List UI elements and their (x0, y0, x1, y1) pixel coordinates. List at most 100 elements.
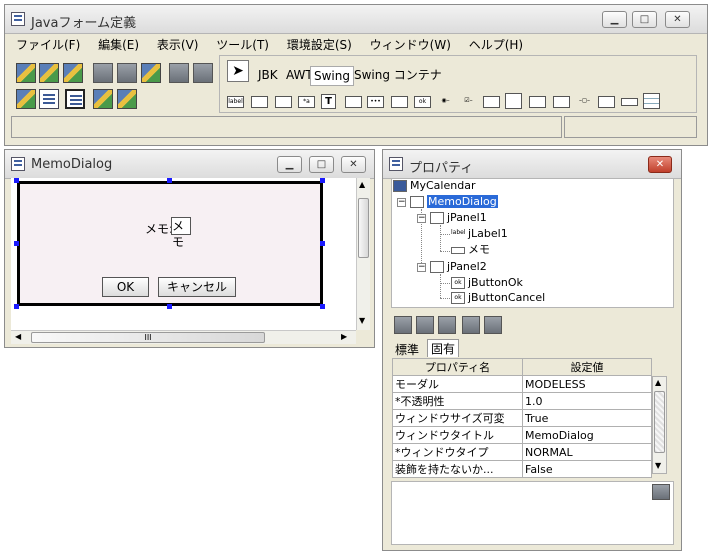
resize-handle-br[interactable] (320, 304, 325, 309)
close-button[interactable]: ✕ (665, 11, 690, 28)
table-row[interactable]: *ウィンドウタイプ NORMAL (392, 443, 652, 461)
tree-button-ok[interactable]: ok jButtonOk (451, 276, 523, 290)
resize-handle-bl[interactable] (14, 304, 19, 309)
property-table-scrollbar[interactable]: ▲ ▼ (652, 376, 667, 474)
property-tool-2-icon[interactable] (416, 316, 434, 334)
scroll-down-arrow[interactable]: ▼ (655, 461, 661, 470)
checkbox-component-icon[interactable]: ☑– (460, 96, 477, 108)
sort-icon[interactable] (462, 316, 480, 334)
open-form-icon[interactable] (39, 63, 59, 83)
tab-standard[interactable]: 標準 (395, 341, 419, 358)
menu-file[interactable]: ファイル(F) (9, 35, 87, 55)
resize-handle-ml[interactable] (14, 241, 19, 246)
collapse-dialog-toggle[interactable]: − (397, 198, 406, 207)
scrollbar-component-icon[interactable] (621, 98, 638, 106)
scroll-right-arrow[interactable]: ▶ (341, 332, 347, 341)
menu-window[interactable]: ウィンドウ(W) (363, 35, 458, 55)
column-header-name[interactable]: プロパティ名 (392, 358, 523, 376)
layout-icon[interactable] (16, 89, 36, 109)
resize-handle-bm[interactable] (167, 304, 172, 309)
resize-handle-tl[interactable] (14, 178, 19, 183)
generate-icon[interactable] (63, 63, 83, 83)
memo-horizontal-scrollbar[interactable]: ◀ III ▶ (11, 330, 356, 344)
palette-tab-swing[interactable]: Swing (310, 66, 354, 86)
menu-edit[interactable]: 編集(E) (91, 35, 146, 55)
menu-help[interactable]: ヘルプ(H) (462, 35, 530, 55)
horizontal-scroll-thumb[interactable]: III (31, 332, 265, 343)
select-pointer-icon[interactable]: ➤ (227, 60, 249, 82)
vertical-scroll-thumb[interactable] (358, 198, 369, 258)
maximize-button[interactable]: □ (632, 11, 657, 28)
table-row[interactable]: モーダル MODELESS (392, 375, 652, 393)
resize-handle-tr[interactable] (320, 178, 325, 183)
cancel-button[interactable]: キャンセル (158, 277, 236, 297)
slider-component-icon[interactable]: –◻– (576, 96, 593, 108)
menu-view[interactable]: 表示(V) (150, 35, 206, 55)
memo-vertical-scrollbar[interactable]: ▲ ▼ (356, 178, 370, 330)
scroll-down-arrow[interactable]: ▼ (359, 316, 365, 325)
property-value[interactable]: MemoDialog (522, 426, 652, 444)
scroll-up-arrow[interactable]: ▲ (359, 180, 365, 189)
label-component-icon[interactable]: label (227, 96, 244, 108)
memo-text-field[interactable]: メモ (171, 217, 191, 249)
panel-component-icon[interactable] (251, 96, 268, 108)
palette-tab-jbk[interactable]: JBK (255, 66, 281, 84)
scroll-left-arrow[interactable]: ◀ (15, 332, 21, 341)
property-value[interactable]: True (522, 409, 652, 427)
textfield-component-icon[interactable] (275, 96, 292, 108)
property-scroll-thumb[interactable] (654, 391, 665, 453)
main-titlebar[interactable]: Javaフォーム定義 ▁ □ ✕ (5, 5, 707, 34)
password-field-icon[interactable]: ••• (367, 96, 384, 108)
textarea-component-icon[interactable]: T (321, 94, 336, 109)
resize-handle-mr[interactable] (320, 241, 325, 246)
tab-specific[interactable]: 固有 (427, 339, 460, 357)
scroll-up-arrow[interactable]: ▲ (655, 378, 661, 387)
property-value[interactable]: MODELESS (522, 375, 652, 393)
print-icon[interactable] (169, 63, 189, 83)
toggle-button-icon[interactable] (483, 96, 500, 108)
minimize-button[interactable]: ▁ (602, 11, 627, 28)
spinner-component-icon[interactable] (391, 96, 408, 108)
settings-icon[interactable] (117, 89, 137, 109)
palette-tab-swing-container[interactable]: Swing コンテナ (351, 66, 445, 84)
list-component-icon[interactable] (505, 93, 522, 109)
column-header-value[interactable]: 設定値 (522, 358, 652, 376)
combobox-component-icon[interactable] (529, 96, 546, 108)
new-form-icon[interactable] (16, 63, 36, 83)
collapse-panel2-toggle[interactable]: − (417, 263, 426, 272)
menu-settings[interactable]: 環境設定(S) (280, 35, 359, 55)
progress-component-icon[interactable] (598, 96, 615, 108)
property-value[interactable]: False (522, 460, 652, 478)
collapse-panel1-toggle[interactable]: − (417, 214, 426, 223)
undo-icon[interactable] (484, 316, 502, 334)
table-row[interactable]: *不透明性 1.0 (392, 392, 652, 410)
button-component-icon[interactable]: ok (414, 96, 431, 108)
tree-memo[interactable]: メモ (451, 243, 490, 257)
property-value[interactable]: NORMAL (522, 443, 652, 461)
tree-root[interactable]: MyCalendar (393, 179, 475, 193)
editor-pane-icon[interactable] (345, 96, 362, 108)
tree-dialog[interactable]: MemoDialog (410, 195, 498, 209)
memo-maximize-button[interactable]: □ (309, 156, 334, 173)
tree-panel1[interactable]: jPanel1 (430, 211, 487, 225)
form-view-icon[interactable] (39, 89, 59, 109)
property-tool-1-icon[interactable] (394, 316, 412, 334)
property-titlebar[interactable]: プロパティ ✕ (383, 150, 681, 179)
tree-button-cancel[interactable]: ok jButtonCancel (451, 291, 545, 305)
tools-icon[interactable] (93, 89, 113, 109)
memo-close-button[interactable]: ✕ (341, 156, 366, 173)
table-component-icon[interactable] (643, 93, 660, 109)
cut-icon[interactable] (93, 63, 113, 83)
property-close-button[interactable]: ✕ (648, 156, 672, 173)
memo-minimize-button[interactable]: ▁ (277, 156, 302, 173)
property-value[interactable]: 1.0 (522, 392, 652, 410)
ok-button[interactable]: OK (102, 277, 149, 297)
tree-panel2[interactable]: jPanel2 (430, 260, 487, 274)
resize-handle-tm[interactable] (167, 178, 172, 183)
property-tool-3-icon[interactable] (438, 316, 456, 334)
table-row[interactable]: ウィンドウサイズ可変 True (392, 409, 652, 427)
memo-titlebar[interactable]: MemoDialog ▁ □ ✕ (5, 150, 374, 179)
tree-label1[interactable]: label jLabel1 (451, 227, 508, 241)
tree-component-icon[interactable] (553, 96, 570, 108)
menu-tools[interactable]: ツール(T) (209, 35, 276, 55)
